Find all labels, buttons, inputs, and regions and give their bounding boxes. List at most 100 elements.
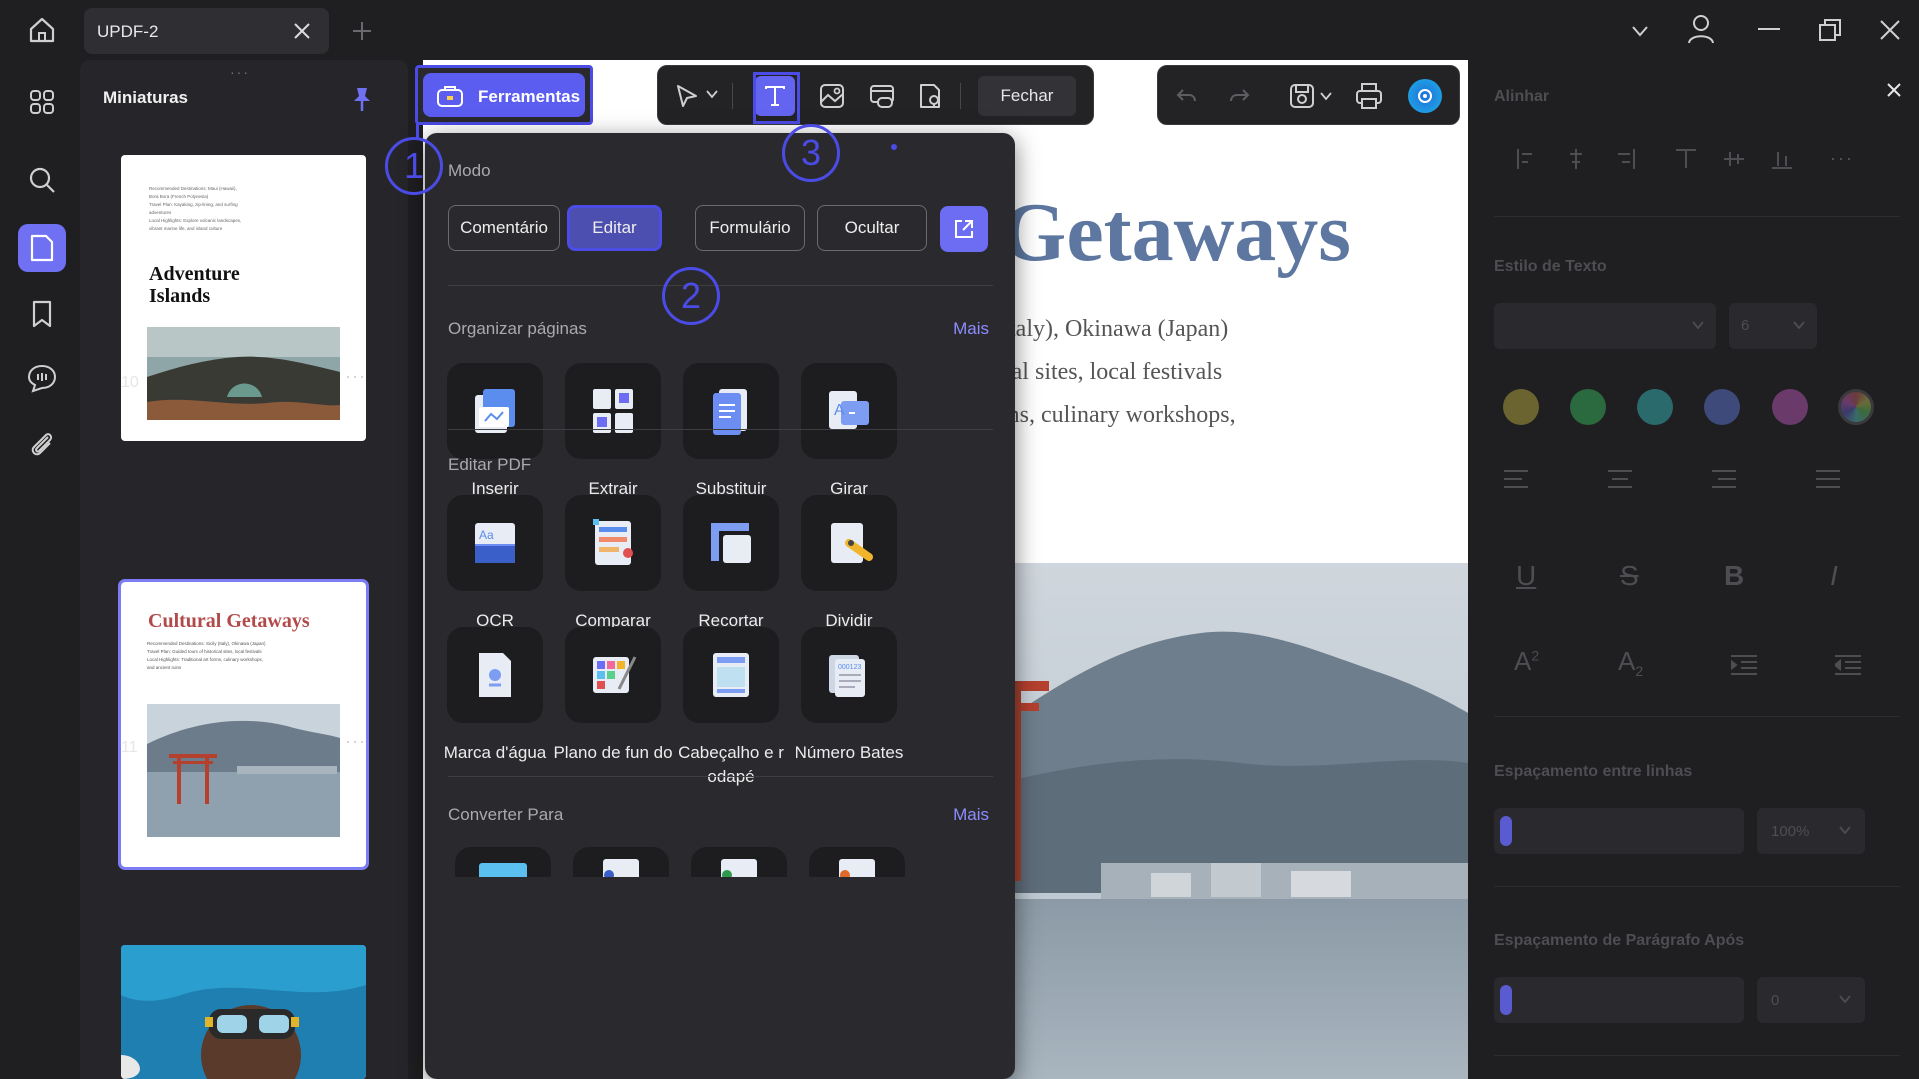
slider-handle[interactable] (1500, 816, 1512, 846)
thumbnails-icon[interactable] (18, 224, 66, 272)
organize-more-link[interactable]: Mais (953, 319, 989, 339)
restore-icon[interactable] (1818, 18, 1842, 42)
new-tab-icon[interactable] (351, 20, 373, 42)
apps-icon[interactable] (18, 78, 66, 126)
more-options-icon[interactable]: ··· (345, 731, 366, 752)
color-swatch-green[interactable] (1570, 389, 1606, 425)
search-icon[interactable] (18, 156, 66, 204)
bold-icon[interactable]: B (1724, 560, 1744, 592)
line-spacing-slider[interactable] (1494, 808, 1744, 854)
ai-assistant-icon[interactable] (1408, 79, 1442, 113)
account-icon[interactable] (1687, 14, 1715, 44)
page-thumbnail-selected[interactable]: Cultural Getaways Recommended Destinatio… (118, 579, 369, 870)
print-icon[interactable] (1354, 81, 1384, 111)
line-spacing-title: Espaçamento entre linhas (1494, 763, 1693, 780)
slider-handle[interactable] (1500, 985, 1512, 1015)
color-swatch-teal[interactable] (1637, 389, 1673, 425)
close-panel-icon[interactable] (1886, 82, 1902, 98)
convert-image-tool[interactable] (455, 847, 551, 877)
tools-button[interactable]: Ferramentas (415, 65, 593, 125)
color-swatch-blue[interactable] (1704, 389, 1740, 425)
italic-icon[interactable]: I (1830, 560, 1838, 592)
chevron-down-icon[interactable] (706, 89, 718, 99)
crop-tool[interactable]: Recortar (671, 495, 791, 633)
more-options-icon[interactable]: ··· (345, 366, 366, 387)
paragraph-spacing-select[interactable]: 0 (1757, 977, 1865, 1023)
font-size-select[interactable]: 6 (1729, 303, 1817, 349)
watermark-tool-icon[interactable] (916, 82, 944, 110)
chevron-down-icon[interactable] (1320, 91, 1332, 101)
line-spacing-select[interactable]: 100% (1757, 808, 1865, 854)
extract-tool[interactable]: Extrair (553, 363, 673, 501)
replace-tool[interactable]: Substituir (671, 363, 791, 501)
insert-tool[interactable]: Inserir (435, 363, 555, 501)
close-edit-button[interactable]: Fechar (978, 76, 1076, 116)
mode-edit-button[interactable]: Editar (567, 205, 662, 251)
minimize-icon[interactable] (1758, 28, 1780, 30)
link-tool-icon[interactable] (868, 82, 896, 110)
ocr-tool[interactable]: Aa OCR (435, 495, 555, 633)
undo-icon[interactable] (1174, 84, 1198, 108)
thumb-text-line: Local Highlights: Traditional art forms,… (147, 657, 264, 662)
header-footer-tool[interactable]: Cabeçalho e r odapé (671, 627, 791, 789)
attachment-icon[interactable] (18, 420, 66, 468)
page-number: 11 (121, 739, 138, 756)
page-thumbnail[interactable] (121, 945, 366, 1079)
convert-word-tool[interactable] (573, 847, 669, 877)
title-bar: UPDF-2 (0, 0, 1919, 60)
chevron-down-icon (1793, 321, 1805, 329)
divider (1494, 886, 1900, 887)
font-family-select[interactable] (1494, 303, 1716, 349)
page-thumbnail[interactable]: Recommended Destinations: Maui (Hawaii),… (121, 155, 366, 441)
divider (448, 285, 993, 286)
bates-number-tool[interactable]: 000123 Número Bates (789, 627, 909, 765)
split-tool[interactable]: Dividir (789, 495, 909, 633)
mode-form-button[interactable]: Formulário (695, 205, 805, 251)
select-cursor-icon[interactable] (674, 83, 700, 109)
background-icon (565, 627, 661, 723)
line-spacing-value: 100% (1771, 823, 1810, 840)
svg-text:000123: 000123 (838, 664, 861, 671)
left-rail (0, 60, 80, 1079)
chevron-down-icon[interactable] (1629, 20, 1651, 42)
annotation-dot (891, 144, 897, 150)
mode-redact-button[interactable]: Ocultar (817, 205, 927, 251)
convert-more-link[interactable]: Mais (953, 805, 989, 825)
bates-number-label: Número Bates (794, 743, 904, 762)
crop-icon (683, 495, 779, 591)
pin-icon[interactable] (351, 86, 373, 112)
underline-icon[interactable]: U (1516, 560, 1536, 592)
redo-icon[interactable] (1228, 84, 1252, 108)
open-external-button[interactable] (940, 206, 988, 252)
superscript-icon[interactable]: A2 (1514, 646, 1539, 677)
header-footer-icon (683, 627, 779, 723)
paragraph-spacing-value: 0 (1771, 992, 1780, 1009)
home-icon[interactable] (26, 14, 58, 46)
color-swatch-olive[interactable] (1503, 389, 1539, 425)
watermark-tool[interactable]: Marca d'água (435, 627, 555, 765)
convert-excel-tool[interactable] (691, 847, 787, 877)
mode-comment-button[interactable]: Comentário (448, 205, 560, 251)
image-tool-icon[interactable] (818, 82, 846, 110)
split-icon (801, 495, 897, 591)
rotate-tool[interactable]: A Girar (789, 363, 909, 501)
indent-increase-icon[interactable] (1731, 654, 1757, 676)
convert-ppt-tool[interactable] (809, 847, 905, 877)
paragraph-spacing-slider[interactable] (1494, 977, 1744, 1023)
color-picker-icon[interactable] (1838, 389, 1874, 425)
save-icon[interactable] (1288, 82, 1316, 110)
drag-handle-icon[interactable]: ··· (230, 64, 250, 80)
close-window-icon[interactable] (1879, 19, 1901, 41)
background-tool[interactable]: Plano de fun do (553, 627, 673, 765)
color-swatch-purple[interactable] (1772, 389, 1808, 425)
indent-decrease-icon[interactable] (1835, 654, 1861, 676)
close-tab-icon[interactable] (292, 21, 312, 41)
subscript-icon[interactable]: A2 (1618, 646, 1643, 679)
bookmark-icon[interactable] (18, 290, 66, 338)
comments-icon[interactable] (18, 354, 66, 402)
compare-tool[interactable]: Comparar (553, 495, 673, 633)
strikethrough-icon[interactable]: S (1620, 560, 1639, 592)
document-tab[interactable]: UPDF-2 (84, 8, 329, 54)
divider (448, 429, 993, 430)
properties-panel: Alinhar Estilo de Texto 6 U S B I A2 A2 … (1474, 60, 1919, 1079)
